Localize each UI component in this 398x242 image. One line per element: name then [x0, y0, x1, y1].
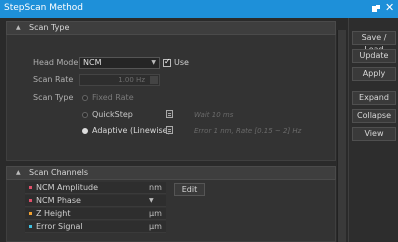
head-mode-select[interactable]: NCM ▼ — [79, 57, 160, 69]
adaptive-hint: Error 1 nm, Rate [0.15 ~ 2] Hz — [194, 127, 302, 135]
scan-type-header-label: Scan Type — [29, 23, 70, 32]
checkmark-icon: ✓ — [164, 57, 171, 66]
channel-name: NCM Amplitude — [36, 183, 99, 192]
settings-list-icon[interactable] — [166, 110, 173, 118]
settings-list-icon[interactable] — [166, 126, 173, 134]
channel-row[interactable]: Z Height µm — [25, 208, 166, 220]
scan-rate-label: Scan Rate — [33, 75, 74, 84]
quickstep-hint: Wait 10 ms — [194, 111, 234, 119]
channel-list: NCM Amplitude nm NCM Phase ▼ Z Height µm… — [25, 182, 166, 238]
scan-type-label: Scan Type — [33, 93, 74, 102]
collapse-triangle-icon: ▲ — [16, 24, 21, 31]
scan-rate-input[interactable]: 1.00 Hz — [79, 74, 160, 86]
radio-fixed-rate[interactable] — [82, 95, 88, 101]
scan-channels-header[interactable]: ▲ Scan Channels — [6, 166, 336, 180]
vertical-scrollbar[interactable] — [337, 30, 346, 242]
quickstep-label: QuickStep — [92, 110, 133, 119]
scan-rate-value: 1.00 Hz — [118, 76, 145, 84]
radio-adaptive[interactable] — [82, 128, 88, 134]
close-icon[interactable]: ✕ — [385, 1, 394, 15]
channel-name: NCM Phase — [36, 196, 81, 205]
channel-color-dot — [29, 186, 32, 189]
save-load-button[interactable]: Save / Load — [352, 31, 396, 54]
view-button[interactable]: View — [352, 127, 396, 141]
collapse-triangle-icon: ▲ — [16, 169, 21, 176]
channel-unit: nm — [149, 183, 162, 192]
spin-arrows-icon[interactable] — [150, 76, 158, 84]
window-title: StepScan Method — [4, 3, 83, 13]
collapse-button[interactable]: Collapse — [352, 109, 396, 123]
scan-type-header[interactable]: ▲ Scan Type — [6, 21, 336, 35]
chevron-down-icon[interactable]: ▼ — [149, 197, 154, 204]
use-label: Use — [174, 58, 189, 67]
fixed-rate-label: Fixed Rate — [92, 93, 134, 102]
channel-unit: µm — [149, 209, 162, 218]
use-checkbox[interactable]: ✓ — [163, 57, 171, 67]
adaptive-label: Adaptive (Linewise) — [92, 126, 171, 135]
expand-button[interactable]: Expand — [352, 91, 396, 105]
channel-color-dot — [29, 199, 32, 202]
channel-color-dot — [29, 212, 32, 215]
head-mode-value: NCM — [83, 58, 102, 67]
channel-name: Error Signal — [36, 222, 83, 231]
scan-channels-header-label: Scan Channels — [29, 168, 89, 177]
channel-row[interactable]: NCM Amplitude nm — [25, 182, 166, 194]
channel-row[interactable]: Error Signal µm — [25, 221, 166, 233]
chevron-down-icon: ▼ — [151, 59, 156, 66]
update-button[interactable]: Update — [352, 49, 396, 63]
edit-button[interactable]: Edit — [174, 183, 205, 196]
channel-color-dot — [29, 225, 32, 228]
channel-name: Z Height — [36, 209, 71, 218]
radio-quickstep[interactable] — [82, 112, 88, 118]
channel-unit: µm — [149, 222, 162, 231]
pin-icon[interactable] — [371, 4, 381, 14]
channel-row[interactable]: NCM Phase ▼ — [25, 195, 166, 207]
apply-button[interactable]: Apply — [352, 67, 396, 81]
title-bar: StepScan Method ✕ — [0, 0, 398, 18]
head-mode-label: Head Mode — [33, 58, 79, 67]
